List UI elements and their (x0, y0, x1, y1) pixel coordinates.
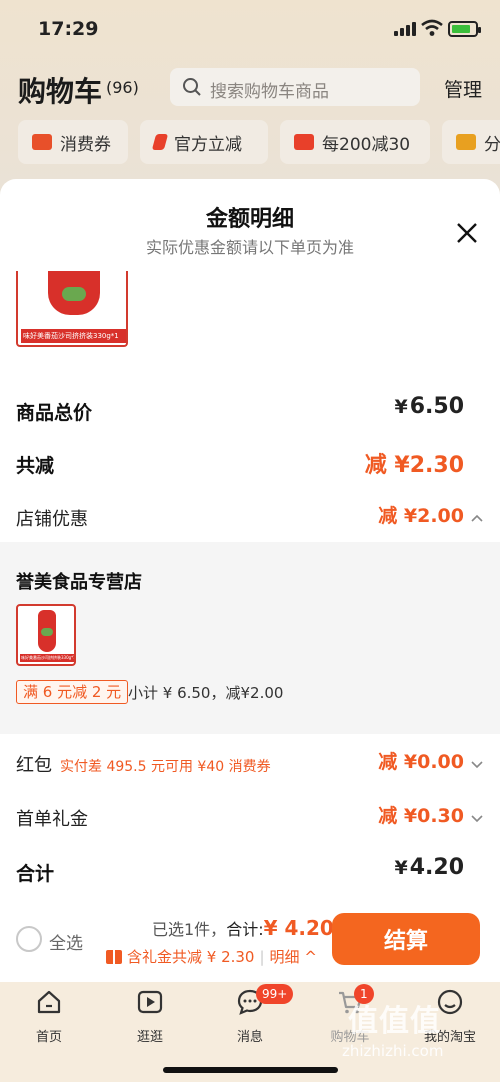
search-icon (183, 78, 201, 96)
store-discount-label: 店铺优惠 (16, 509, 88, 530)
cart-page-background: 17:29 购物车 (96) 搜索购物车商品 管理 消费券 官方立减 每200减… (0, 0, 500, 190)
wifi-icon (421, 19, 443, 36)
product-caption: 味好美番茄沙司挤挤装330g*1 (21, 329, 126, 343)
subtotal-value: ¥6.50 (394, 394, 464, 419)
chip-label: 每200减30 (322, 134, 411, 155)
chevron-down-icon[interactable] (470, 811, 484, 825)
tab-messages[interactable]: 99+ 消息 (210, 984, 294, 1046)
status-time: 17:29 (38, 18, 99, 40)
video-icon (137, 990, 163, 1014)
selected-count: 已选1件， (152, 920, 227, 939)
tab-label: 消息 (236, 1030, 263, 1045)
lightning-icon (151, 134, 169, 150)
first-order-label: 首单礼金 (16, 809, 88, 830)
checkout-total-amount: ¥ 4.20 (263, 916, 334, 940)
product-image[interactable]: 味好美番茄沙司挤挤装330g*1 (16, 271, 128, 347)
chip-label: 分 (484, 134, 500, 155)
row-subtotal: 商品总价 ¥6.50 (16, 392, 484, 432)
promo-text: 小计 ¥ 6.50，减¥2.00 (128, 684, 284, 702)
divider: | (259, 947, 265, 966)
battery-icon (448, 21, 481, 37)
chevron-up-icon[interactable] (470, 511, 484, 525)
tab-label: 首页 (35, 1030, 62, 1045)
shop-icon (294, 134, 314, 150)
chip-coupons[interactable]: 消费券 (18, 120, 128, 164)
hongbao-note: 实付差 495.5 元可用 ¥40 消费券 (60, 759, 271, 775)
total-discount-label: 共减 (16, 455, 55, 477)
chip-category[interactable]: 分 (442, 120, 500, 164)
chip-official-discount[interactable]: 官方立减 (140, 120, 268, 164)
total-discount-value: 减 ¥2.30 (364, 453, 464, 478)
signal-icon (394, 22, 416, 36)
first-order-value: 减 ¥0.30 (378, 805, 464, 827)
watermark-text: 值值值 (348, 1004, 441, 1039)
store-product-caption: 味好美番茄沙司挤挤装330g*1 (20, 654, 74, 662)
select-all-label[interactable]: 全选 (49, 929, 83, 954)
ketchup-bottle-image (38, 610, 56, 652)
subtotal-label: 商品总价 (16, 402, 93, 424)
store-product-image[interactable]: 味好美番茄沙司挤挤装330g*1 (16, 604, 76, 666)
discount-summary[interactable]: 含礼金共减 ¥ 2.30 | 明细 ^ (106, 946, 317, 967)
row-store-discount[interactable]: 店铺优惠 减 ¥2.00 (16, 499, 484, 539)
search-placeholder: 搜索购物车商品 (210, 82, 329, 102)
home-icon (37, 990, 61, 1014)
total-label: 合计 (16, 863, 55, 885)
checkout-total-label: 合计: (226, 920, 264, 939)
row-hongbao[interactable]: 红包 实付差 495.5 元可用 ¥40 消费券 减 ¥0.00 (16, 745, 484, 785)
tab-home[interactable]: 首页 (9, 988, 89, 1046)
ketchup-bottle-image (48, 271, 100, 315)
cart-count: (96) (106, 78, 139, 97)
sheet-title: 金额明细 (205, 207, 294, 232)
row-first-order-gift[interactable]: 首单礼金 减 ¥0.30 (16, 799, 484, 839)
sheet-subtitle: 实际优惠金额请以下单页为准 (145, 238, 354, 257)
store-name[interactable]: 誉美食品专营店 (16, 568, 142, 594)
chip-label: 官方立减 (174, 134, 242, 155)
hongbao-value: 减 ¥0.00 (378, 751, 464, 773)
home-indicator (163, 1067, 338, 1073)
chip-label: 消费券 (60, 134, 111, 155)
cart-title: 购物车 (18, 75, 103, 108)
manage-button[interactable]: 管理 (444, 75, 482, 102)
discount-text: 含礼金共减 ¥ 2.30 (127, 948, 255, 966)
row-total-discount: 共减 减 ¥2.30 (16, 445, 484, 485)
coupon-icon (32, 134, 52, 150)
checkout-button[interactable]: 结算 (332, 913, 480, 965)
hongbao-label: 红包 实付差 495.5 元可用 ¥40 消费券 (16, 755, 271, 776)
gift-icon (106, 949, 122, 964)
chevron-down-icon[interactable] (470, 757, 484, 771)
total-value: ¥4.20 (394, 855, 464, 880)
status-bar: 17:29 (0, 0, 500, 56)
detail-link[interactable]: 明细 ^ (270, 946, 317, 967)
close-icon[interactable] (453, 219, 481, 247)
tab-label: 逛逛 (136, 1030, 163, 1045)
promo-tag: 满 6 元减 2 元 (16, 680, 129, 704)
checkout-bar: 全选 已选1件，合计:¥ 4.20 含礼金共减 ¥ 2.30 | 明细 ^ 结算 (0, 904, 500, 982)
messages-badge: 99+ (256, 984, 294, 1004)
store-discount-value: 减 ¥2.00 (378, 505, 464, 527)
filter-chips: 消费券 官方立减 每200减30 分 (0, 120, 500, 166)
tab-browse[interactable]: 逛逛 (110, 988, 190, 1046)
watermark-url: zhizhizhi.com (342, 1042, 444, 1060)
select-all-radio[interactable] (16, 926, 42, 952)
folder-icon (456, 134, 476, 150)
watermark-logo: 值值值 zhizhizhi.com (340, 992, 492, 1072)
store-detail-panel: 誉美食品专营店 味好美番茄沙司挤挤装330g*1 满 6 元减 2 元 小计 ¥… (0, 542, 500, 734)
row-total: 合计 ¥4.20 (16, 853, 484, 893)
selected-summary: 已选1件，合计:¥ 4.20 (152, 916, 334, 940)
chip-every-200-off-30[interactable]: 每200减30 (280, 120, 430, 164)
cart-search-input[interactable]: 搜索购物车商品 (170, 68, 420, 106)
